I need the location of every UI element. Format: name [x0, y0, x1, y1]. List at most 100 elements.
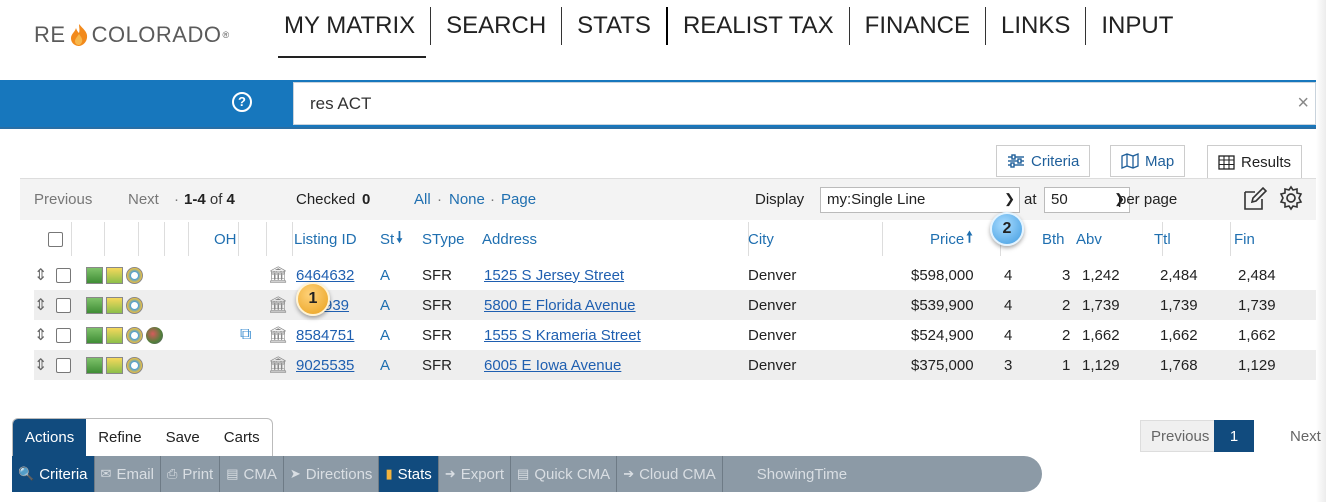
- drag-handle-icon[interactable]: ⇕: [34, 320, 47, 350]
- city: Denver: [748, 326, 797, 344]
- address-link[interactable]: 1555 S Krameria Street: [484, 327, 641, 344]
- listing-id-link[interactable]: 6464632: [296, 267, 354, 284]
- nav-search[interactable]: SEARCH: [431, 6, 561, 46]
- history-icon[interactable]: [126, 326, 143, 344]
- sort-down-arrow-icon: 🠗: [396, 228, 403, 246]
- listing-id-link[interactable]: 9025535: [296, 357, 354, 374]
- address-link[interactable]: 6005 E Iowa Avenue: [484, 357, 621, 374]
- table-row[interactable]: ⇕ ⧉ 🏛 8584751 A SFR 1555 S Krameria Stre…: [34, 320, 1316, 350]
- column-fin[interactable]: Fin: [1234, 222, 1255, 256]
- table-row[interactable]: ⇕ 🏛 9025535 A SFR 6005 E Iowa Avenue Den…: [34, 350, 1316, 380]
- column-oh[interactable]: OH: [214, 222, 237, 256]
- dot-separator: ·: [437, 191, 442, 208]
- column-stype[interactable]: SType: [422, 222, 465, 256]
- pager-current-page[interactable]: 1: [1214, 420, 1254, 452]
- select-all-link[interactable]: All: [414, 191, 431, 208]
- map-thumbnail-icon[interactable]: [106, 326, 123, 344]
- dot-separator: ·: [490, 191, 495, 208]
- help-icon[interactable]: ?: [232, 92, 252, 112]
- drag-handle-icon[interactable]: ⇕: [34, 260, 47, 290]
- print-button[interactable]: ⎙ Print: [161, 456, 221, 492]
- copy-icon[interactable]: ⧉: [240, 320, 251, 350]
- column-price[interactable]: Price 🠕: [930, 222, 973, 256]
- previous-link[interactable]: Previous: [34, 191, 92, 208]
- display-select[interactable]: my:Single Line ❯: [820, 187, 1020, 213]
- bank-icon[interactable]: 🏛: [268, 290, 288, 320]
- nav-my-matrix[interactable]: MY MATRIX: [272, 6, 430, 58]
- nav-links[interactable]: LINKS: [986, 6, 1085, 46]
- email-button[interactable]: ✉ Email: [95, 456, 161, 492]
- column-ttl[interactable]: Ttl: [1154, 222, 1171, 256]
- column-abv[interactable]: Abv: [1076, 222, 1102, 256]
- bank-icon[interactable]: 🏛: [268, 320, 288, 350]
- drag-handle-icon[interactable]: ⇕: [34, 350, 47, 380]
- row-checkbox[interactable]: [56, 320, 71, 350]
- table-row[interactable]: ⇕ 🏛 939 A SFR 5800 E Florida Avenue Denv…: [34, 290, 1316, 320]
- bank-icon[interactable]: 🏛: [268, 350, 288, 380]
- history-icon[interactable]: [126, 296, 143, 314]
- virtual-tour-icon[interactable]: [146, 326, 163, 344]
- recolorado-logo[interactable]: RE COLORADO ®: [34, 22, 230, 48]
- drag-handle-icon[interactable]: ⇕: [34, 290, 47, 320]
- column-listing-id[interactable]: Listing ID: [294, 222, 357, 256]
- nav-stats[interactable]: STATS: [562, 6, 666, 46]
- map-thumbnail-icon[interactable]: [106, 356, 123, 374]
- map-thumbnail-icon[interactable]: [106, 266, 123, 284]
- select-none-link[interactable]: None: [449, 191, 485, 208]
- tab-criteria[interactable]: Criteria: [996, 145, 1091, 177]
- map-thumbnail-icon[interactable]: [106, 296, 123, 314]
- tab-save[interactable]: Save: [154, 419, 212, 456]
- cloud-cma-button[interactable]: ➔ Cloud CMA: [617, 456, 723, 492]
- row-checkbox[interactable]: [56, 290, 71, 320]
- history-icon[interactable]: [126, 266, 143, 284]
- directions-button[interactable]: ➤ Directions: [284, 456, 380, 492]
- close-icon[interactable]: ×: [1297, 92, 1309, 115]
- tab-map[interactable]: Map: [1110, 145, 1186, 177]
- above-sqft: 1,662: [1082, 326, 1120, 344]
- photo-icon[interactable]: [86, 356, 103, 374]
- results-toolbar: Previous Next · 1-4 of 4 Checked 0 All ·…: [20, 178, 1316, 220]
- bank-icon[interactable]: 🏛: [268, 260, 288, 290]
- column-address[interactable]: Address: [482, 222, 537, 256]
- criteria-button[interactable]: 🔍 Criteria: [12, 456, 95, 492]
- stats-button[interactable]: ▮ Stats: [379, 456, 439, 492]
- export-button[interactable]: ➜ Export: [439, 456, 512, 492]
- photo-icon[interactable]: [86, 326, 103, 344]
- row-checkbox[interactable]: [56, 260, 71, 290]
- actions-tab-bar: Actions Refine Save Carts: [12, 418, 273, 456]
- tab-results[interactable]: Results: [1207, 145, 1303, 178]
- baths: 1: [1062, 356, 1071, 374]
- column-bth[interactable]: Bth: [1042, 222, 1065, 256]
- pager-previous[interactable]: Previous: [1140, 420, 1221, 452]
- city: Denver: [748, 296, 797, 314]
- cma-button[interactable]: ▤ CMA: [220, 456, 284, 492]
- address-link[interactable]: 1525 S Jersey Street: [484, 267, 624, 284]
- row-checkbox[interactable]: [56, 350, 71, 380]
- nav-input[interactable]: INPUT: [1086, 6, 1188, 46]
- photo-icon[interactable]: [86, 266, 103, 284]
- table-row[interactable]: ⇕ 🏛 6464632 A SFR 1525 S Jersey Street D…: [34, 260, 1316, 290]
- quick-cma-button[interactable]: ▤ Quick CMA: [511, 456, 618, 492]
- column-st[interactable]: St 🠗: [380, 222, 403, 256]
- column-st-label: St: [380, 230, 395, 248]
- column-city[interactable]: City: [748, 222, 774, 256]
- tab-carts[interactable]: Carts: [212, 419, 272, 456]
- history-icon[interactable]: [126, 356, 143, 374]
- listing-id-link[interactable]: 8584751: [296, 327, 354, 344]
- photo-icon[interactable]: [86, 296, 103, 314]
- showingtime-button[interactable]: ShowingTime: [723, 456, 853, 492]
- address-link[interactable]: 5800 E Florida Avenue: [484, 297, 636, 314]
- nav-realist-tax[interactable]: REALIST TAX: [668, 6, 849, 46]
- next-link[interactable]: Next: [128, 191, 159, 208]
- tab-actions[interactable]: Actions: [13, 419, 87, 456]
- edit-icon[interactable]: [1242, 186, 1268, 212]
- select-all-checkbox[interactable]: [48, 222, 63, 256]
- flame-logo-icon: [70, 24, 87, 46]
- gear-icon[interactable]: [1278, 185, 1304, 211]
- nav-finance[interactable]: FINANCE: [850, 6, 985, 46]
- pager-next[interactable]: Next: [1290, 420, 1321, 452]
- select-page-link[interactable]: Page: [501, 191, 536, 208]
- tab-refine[interactable]: Refine: [86, 419, 153, 456]
- search-input[interactable]: res ACT ×: [293, 82, 1316, 125]
- total-sqft: 1,662: [1160, 326, 1198, 344]
